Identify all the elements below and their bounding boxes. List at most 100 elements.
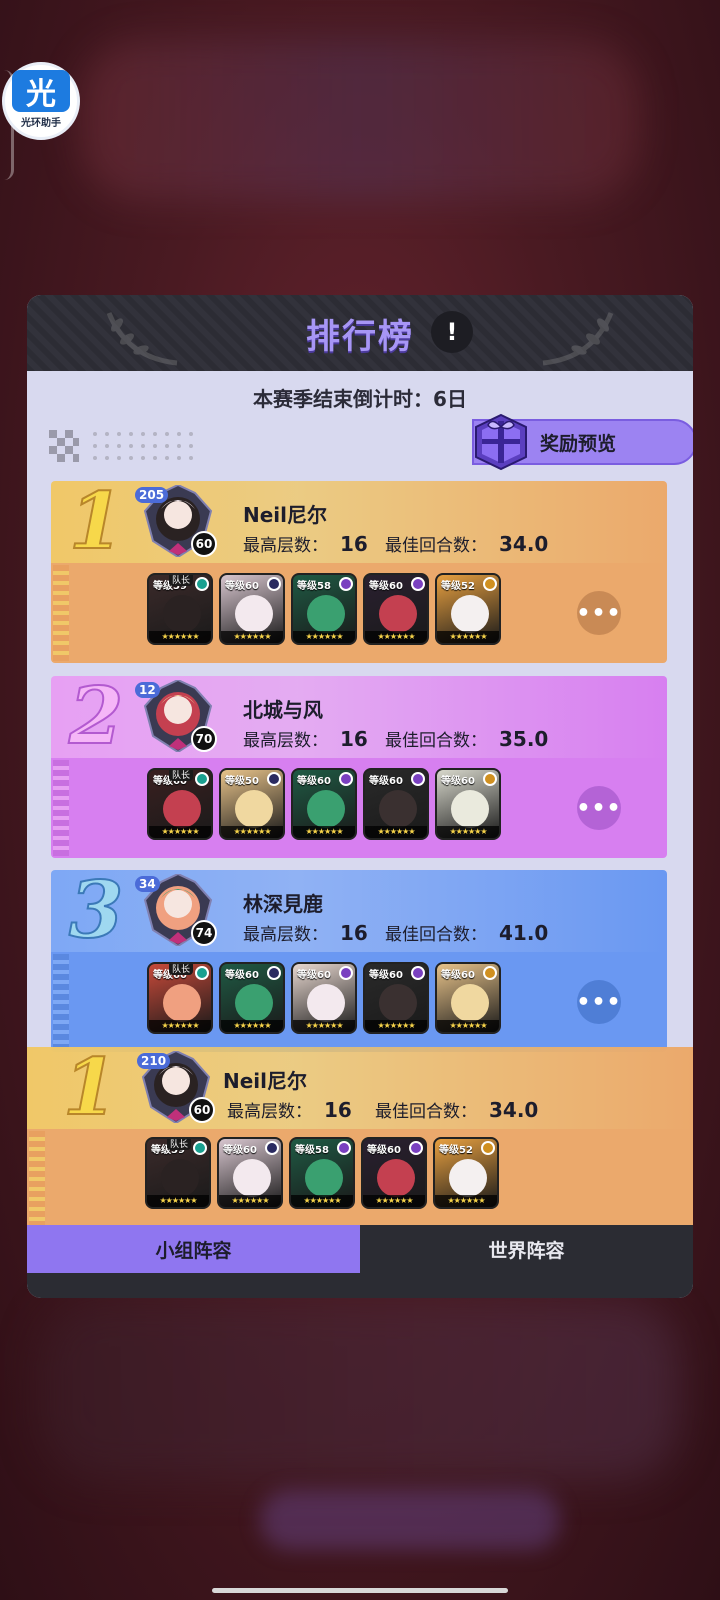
element-icon bbox=[411, 772, 425, 786]
captain-tag: 队长 bbox=[169, 964, 194, 975]
element-icon bbox=[339, 772, 353, 786]
hero-stars: ★★★★★★ bbox=[365, 826, 427, 838]
element-icon bbox=[483, 577, 497, 591]
hero-level: 等级50 bbox=[225, 776, 259, 787]
own-rank-card: 1 210 60 Neil尼尔 最高层数： 16 最佳回合数： 34.0 等级59 队长 ★★★★… bbox=[27, 1046, 693, 1227]
hero-stars: ★★★★★★ bbox=[149, 826, 211, 838]
best-round-label: 最佳回合数： bbox=[385, 536, 487, 556]
max-floor-label: 最高层数： bbox=[243, 925, 328, 945]
hero-portrait bbox=[163, 595, 201, 633]
laurel-left-icon bbox=[106, 312, 178, 366]
hero-portrait bbox=[163, 984, 201, 1022]
home-indicator[interactable] bbox=[212, 1588, 508, 1593]
hero-stars: ★★★★★★ bbox=[221, 826, 283, 838]
rank-info-row: 1 210 60 Neil尼尔 最高层数： 16 最佳回合数： 34.0 bbox=[27, 1046, 693, 1130]
max-floor-label: 最高层数： bbox=[227, 1102, 312, 1122]
best-round-stat: 最佳回合数： 34.0 bbox=[385, 531, 548, 556]
element-icon bbox=[409, 1141, 423, 1155]
hero-card[interactable]: 等级60 队长 ★★★★★★ bbox=[147, 962, 213, 1034]
lineup-tabs: 小组阵容 世界阵容 bbox=[27, 1225, 693, 1273]
hero-card[interactable]: 等级52 ★★★★★★ bbox=[433, 1137, 499, 1209]
hero-card[interactable]: 等级60 ★★★★★★ bbox=[363, 573, 429, 645]
dots-decoration bbox=[49, 430, 193, 462]
rank-card-1: 1 205 60 Neil尼尔 最高层数： 16 最佳回合数： 34.0 等级59 队长 ★★★★… bbox=[51, 481, 667, 663]
hero-card[interactable]: 等级60 ★★★★★★ bbox=[361, 1137, 427, 1209]
reward-preview-button[interactable]: 奖励预览 bbox=[472, 413, 693, 471]
hero-card[interactable]: 等级58 ★★★★★★ bbox=[291, 573, 357, 645]
hero-card[interactable]: 等级50 ★★★★★★ bbox=[219, 768, 285, 840]
info-button[interactable]: ! bbox=[431, 311, 473, 353]
hero-card[interactable]: 等级60 ★★★★★★ bbox=[363, 768, 429, 840]
hero-card[interactable]: 等级60 ★★★★★★ bbox=[435, 768, 501, 840]
best-round-stat: 最佳回合数： 34.0 bbox=[375, 1097, 538, 1122]
hero-portrait bbox=[377, 1159, 415, 1197]
hero-stars: ★★★★★★ bbox=[437, 826, 499, 838]
max-floor-value: 16 bbox=[340, 727, 368, 751]
background-blur-top bbox=[80, 40, 640, 200]
hero-portrait bbox=[379, 595, 417, 633]
hero-card[interactable]: 等级52 ★★★★★★ bbox=[435, 573, 501, 645]
hero-level: 等级58 bbox=[295, 1145, 329, 1156]
hero-card[interactable]: 等级60 ★★★★★★ bbox=[219, 573, 285, 645]
best-round-value: 35.0 bbox=[499, 727, 549, 751]
rank-card-3: 3 34 74 林深見鹿 最高层数： 16 最佳回合数： 41.0 等级60 队长 ★★★★★★ 等… bbox=[51, 870, 667, 1052]
player-badge: 12 bbox=[135, 682, 160, 698]
hero-list: 等级59 队长 ★★★★★★ 等级60 ★★★★★★ 等级58 ★★★★★★ 等级60 ★★★★… bbox=[147, 573, 501, 645]
countdown-value: 6日 bbox=[433, 387, 467, 411]
hero-card[interactable]: 等级59 队长 ★★★★★★ bbox=[147, 573, 213, 645]
player-name: Neil尼尔 bbox=[243, 503, 328, 527]
element-icon bbox=[337, 1141, 351, 1155]
hero-stars: ★★★★★★ bbox=[291, 1195, 353, 1207]
hero-level: 等级60 bbox=[369, 776, 403, 787]
hero-portrait bbox=[235, 790, 273, 828]
hero-portrait bbox=[161, 1159, 199, 1197]
tab-world-lineup[interactable]: 世界阵容 bbox=[360, 1225, 693, 1273]
hero-lineup-row: 等级60 队长 ★★★★★★ 等级60 ★★★★★★ 等级60 ★★★★★★ 等级60 ★★★★… bbox=[51, 952, 667, 1052]
assistant-floating-button[interactable]: 光 光环助手 bbox=[2, 62, 80, 140]
best-round-stat: 最佳回合数： 35.0 bbox=[385, 726, 548, 751]
reward-preview-label: 奖励预览 bbox=[540, 432, 617, 455]
max-floor-value: 16 bbox=[340, 532, 368, 556]
player-name: 北城与风 bbox=[243, 698, 323, 722]
element-icon bbox=[483, 772, 497, 786]
element-icon bbox=[195, 966, 209, 980]
hero-card[interactable]: 等级59 队长 ★★★★★★ bbox=[145, 1137, 211, 1209]
hero-card[interactable]: 等级60 ★★★★★★ bbox=[217, 1137, 283, 1209]
hero-stars: ★★★★★★ bbox=[363, 1195, 425, 1207]
panel-header: 排行榜 ! bbox=[27, 295, 693, 371]
tab-group-lineup[interactable]: 小组阵容 bbox=[27, 1225, 360, 1273]
hero-stars: ★★★★★★ bbox=[221, 1020, 283, 1032]
best-round-value: 34.0 bbox=[499, 532, 549, 556]
player-level: 60 bbox=[191, 531, 217, 557]
hero-card[interactable]: 等级60 ★★★★★★ bbox=[291, 962, 357, 1034]
side-strip bbox=[53, 954, 69, 1050]
gift-icon bbox=[475, 413, 527, 471]
captain-tag: 队长 bbox=[169, 575, 194, 586]
countdown-label: 本赛季结束倒计时： bbox=[253, 387, 434, 411]
hero-card[interactable]: 等级58 ★★★★★★ bbox=[289, 1137, 355, 1209]
side-strip bbox=[53, 565, 69, 661]
hero-card[interactable]: 等级60 队长 ★★★★★★ bbox=[147, 768, 213, 840]
element-icon bbox=[267, 577, 281, 591]
hero-portrait bbox=[379, 790, 417, 828]
hero-portrait bbox=[451, 790, 489, 828]
hero-stars: ★★★★★★ bbox=[293, 1020, 355, 1032]
hero-card[interactable]: 等级60 ★★★★★★ bbox=[435, 962, 501, 1034]
rank-number: 2 bbox=[68, 676, 124, 762]
more-button[interactable]: ••• bbox=[576, 980, 621, 1024]
hero-card[interactable]: 等级60 ★★★★★★ bbox=[363, 962, 429, 1034]
more-button[interactable]: ••• bbox=[576, 786, 621, 830]
player-level: 70 bbox=[191, 726, 217, 752]
background-button-blur bbox=[260, 1490, 560, 1550]
assistant-logo-icon: 光 bbox=[12, 69, 70, 112]
hero-portrait bbox=[163, 790, 201, 828]
hero-portrait bbox=[305, 1159, 343, 1197]
element-icon bbox=[339, 966, 353, 980]
more-button[interactable]: ••• bbox=[576, 591, 621, 635]
element-icon bbox=[193, 1141, 207, 1155]
max-floor-stat: 最高层数： 16 bbox=[243, 726, 368, 751]
element-icon bbox=[481, 1141, 495, 1155]
side-strip bbox=[29, 1131, 45, 1227]
hero-card[interactable]: 等级60 ★★★★★★ bbox=[291, 768, 357, 840]
hero-card[interactable]: 等级60 ★★★★★★ bbox=[219, 962, 285, 1034]
